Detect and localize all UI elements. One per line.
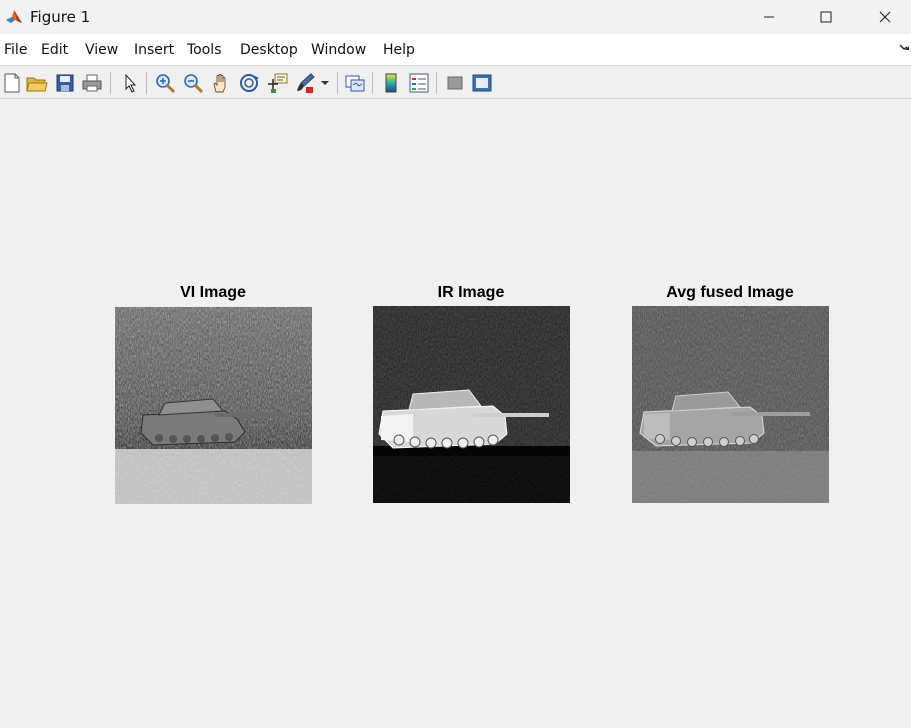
- rotate-3d-button[interactable]: [237, 71, 261, 95]
- matlab-logo-icon: [6, 10, 22, 23]
- brush-icon: [297, 73, 315, 93]
- title-bar[interactable]: Figure 1: [0, 0, 911, 34]
- zoom-out-button[interactable]: [181, 71, 205, 95]
- zoom-in-button[interactable]: [153, 71, 177, 95]
- vi-image-axes[interactable]: [115, 307, 312, 504]
- toolbar-separator: [337, 72, 338, 94]
- menu-bar: File Edit View Insert Tools Desktop Wind…: [0, 34, 911, 65]
- menubar-overflow-arrow-icon[interactable]: [899, 42, 909, 54]
- zoom-in-icon: [156, 74, 176, 94]
- new-figure-button[interactable]: [0, 71, 24, 95]
- menu-file[interactable]: File: [4, 42, 27, 58]
- close-button[interactable]: [856, 0, 911, 34]
- vi-image: [115, 307, 312, 504]
- figure-window: Figure 1 File Edit View Insert Tools Des…: [0, 0, 911, 728]
- edit-plot-arrow-icon: [125, 73, 137, 93]
- close-icon: [879, 11, 891, 23]
- brush-dropdown-button[interactable]: [318, 71, 332, 95]
- new-figure-icon: [4, 73, 20, 93]
- avg-fused-image: [632, 306, 829, 503]
- rotate-3d-icon: [240, 74, 259, 92]
- open-file-button[interactable]: [25, 71, 49, 95]
- vi-image-title: VI Image: [180, 284, 246, 301]
- print-button[interactable]: [80, 71, 104, 95]
- hide-plot-tools-button[interactable]: [443, 71, 467, 95]
- hide-plot-tools-icon: [447, 76, 463, 90]
- menu-insert[interactable]: Insert: [134, 42, 174, 58]
- zoom-out-icon: [184, 74, 204, 94]
- link-plot-icon: [345, 75, 365, 92]
- open-file-icon: [26, 77, 48, 92]
- ir-image: [373, 306, 570, 503]
- menu-help[interactable]: Help: [383, 42, 415, 58]
- menu-window[interactable]: Window: [311, 42, 366, 58]
- insert-colorbar-button[interactable]: [379, 71, 403, 95]
- ir-image-axes[interactable]: [373, 306, 570, 503]
- toolbar-separator: [436, 72, 437, 94]
- brush-dropdown-icon: [321, 81, 329, 85]
- maximize-button[interactable]: [797, 0, 855, 34]
- maximize-icon: [820, 11, 832, 23]
- menu-desktop[interactable]: Desktop: [240, 42, 298, 58]
- data-cursor-icon: [268, 73, 288, 93]
- menu-tools[interactable]: Tools: [187, 42, 222, 58]
- link-plot-button[interactable]: [343, 71, 367, 95]
- figure-toolbar: [0, 65, 911, 99]
- avg-fused-image-axes[interactable]: [632, 306, 829, 503]
- menu-edit[interactable]: Edit: [41, 42, 68, 58]
- window-title: Figure 1: [30, 8, 91, 26]
- insert-legend-icon: [409, 73, 429, 93]
- save-button[interactable]: [53, 71, 77, 95]
- toolbar-separator: [372, 72, 373, 94]
- save-icon: [56, 74, 74, 92]
- insert-legend-button[interactable]: [407, 71, 431, 95]
- minimize-button[interactable]: [740, 0, 798, 34]
- toolbar-separator: [110, 72, 111, 94]
- edit-plot-button[interactable]: [118, 71, 142, 95]
- print-icon: [82, 74, 102, 92]
- insert-colorbar-icon: [385, 73, 397, 93]
- avg-fused-image-title: Avg fused Image: [666, 284, 794, 301]
- show-plot-tools-button[interactable]: [470, 71, 494, 95]
- minimize-icon: [764, 16, 774, 18]
- data-cursor-button[interactable]: [265, 71, 289, 95]
- menu-view[interactable]: View: [85, 42, 118, 58]
- toolbar-separator: [146, 72, 147, 94]
- pan-hand-icon: [213, 74, 226, 93]
- brush-button[interactable]: [293, 71, 317, 95]
- show-plot-tools-icon: [472, 74, 492, 92]
- ir-image-title: IR Image: [437, 284, 505, 301]
- figure-canvas: VI Image IR Image Avg fused Image: [0, 99, 911, 728]
- pan-button[interactable]: [209, 71, 233, 95]
